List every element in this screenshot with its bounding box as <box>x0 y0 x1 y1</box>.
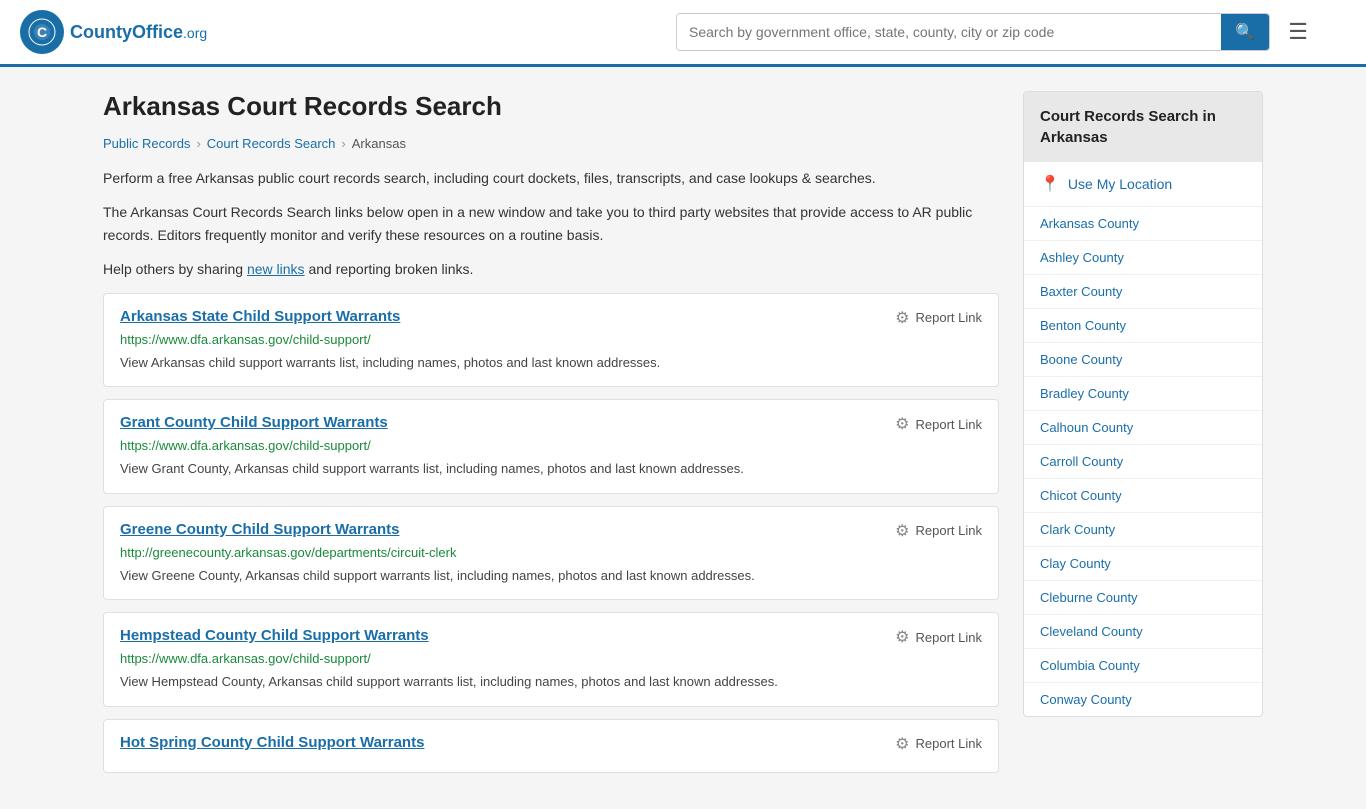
description-3-pre: Help others by sharing <box>103 261 247 277</box>
description-3-post: and reporting broken links. <box>305 261 474 277</box>
result-desc: View Greene County, Arkansas child suppo… <box>120 566 982 586</box>
sidebar-county-link[interactable]: Clark County <box>1024 513 1262 547</box>
result-item: Hot Spring County Child Support Warrants… <box>103 719 999 773</box>
sidebar-county-link[interactable]: Bradley County <box>1024 377 1262 411</box>
result-title[interactable]: Grant County Child Support Warrants <box>120 414 388 431</box>
sidebar-county-link[interactable]: Arkansas County <box>1024 207 1262 241</box>
result-url[interactable]: http://greenecounty.arkansas.gov/departm… <box>120 545 982 560</box>
content-area: Arkansas Court Records Search Public Rec… <box>103 91 999 785</box>
report-link-button[interactable]: ⚙ Report Link <box>895 308 982 328</box>
sidebar-county-link[interactable]: Columbia County <box>1024 649 1262 683</box>
use-my-location[interactable]: 📍 Use My Location <box>1024 162 1262 207</box>
breadcrumb-sep-2: › <box>341 136 345 151</box>
result-desc: View Grant County, Arkansas child suppor… <box>120 459 982 479</box>
sidebar-county-link[interactable]: Calhoun County <box>1024 411 1262 445</box>
breadcrumb-arkansas: Arkansas <box>352 136 406 151</box>
sidebar-box: Court Records Search in Arkansas 📍 Use M… <box>1023 91 1263 717</box>
sidebar: Court Records Search in Arkansas 📍 Use M… <box>1023 91 1263 785</box>
sidebar-county-link[interactable]: Ashley County <box>1024 241 1262 275</box>
menu-button[interactable]: ☰ <box>1280 15 1316 49</box>
sidebar-county-link[interactable]: Conway County <box>1024 683 1262 716</box>
result-header: Grant County Child Support Warrants ⚙ Re… <box>120 414 982 434</box>
report-icon: ⚙ <box>895 308 909 328</box>
sidebar-county-link[interactable]: Chicot County <box>1024 479 1262 513</box>
description-1: Perform a free Arkansas public court rec… <box>103 167 999 189</box>
result-url[interactable]: https://www.dfa.arkansas.gov/child-suppo… <box>120 332 982 347</box>
sidebar-county-link[interactable]: Boone County <box>1024 343 1262 377</box>
report-icon: ⚙ <box>895 521 909 541</box>
result-item: Greene County Child Support Warrants ⚙ R… <box>103 506 999 601</box>
location-icon: 📍 <box>1040 174 1060 194</box>
breadcrumb: Public Records › Court Records Search › … <box>103 136 999 151</box>
report-link-label: Report Link <box>916 417 982 432</box>
main-container: Arkansas Court Records Search Public Rec… <box>83 67 1283 809</box>
report-link-button[interactable]: ⚙ Report Link <box>895 521 982 541</box>
result-title[interactable]: Arkansas State Child Support Warrants <box>120 308 400 325</box>
report-link-label: Report Link <box>916 736 982 751</box>
sidebar-county-link[interactable]: Cleveland County <box>1024 615 1262 649</box>
result-item: Hempstead County Child Support Warrants … <box>103 612 999 707</box>
site-header: C CountyOffice.org 🔍 ☰ <box>0 0 1366 67</box>
result-desc: View Hempstead County, Arkansas child su… <box>120 672 982 692</box>
report-link-button[interactable]: ⚙ Report Link <box>895 414 982 434</box>
result-item: Grant County Child Support Warrants ⚙ Re… <box>103 399 999 494</box>
county-list: Arkansas CountyAshley CountyBaxter Count… <box>1024 207 1262 716</box>
report-icon: ⚙ <box>895 414 909 434</box>
breadcrumb-public-records[interactable]: Public Records <box>103 136 190 151</box>
report-icon: ⚙ <box>895 627 909 647</box>
logo-icon: C <box>20 10 64 54</box>
report-link-label: Report Link <box>916 523 982 538</box>
result-header: Arkansas State Child Support Warrants ⚙ … <box>120 308 982 328</box>
result-header: Greene County Child Support Warrants ⚙ R… <box>120 521 982 541</box>
report-link-button[interactable]: ⚙ Report Link <box>895 627 982 647</box>
results-list: Arkansas State Child Support Warrants ⚙ … <box>103 293 999 773</box>
search-icon: 🔍 <box>1235 24 1255 41</box>
description-2: The Arkansas Court Records Search links … <box>103 201 999 246</box>
result-url[interactable]: https://www.dfa.arkansas.gov/child-suppo… <box>120 651 982 666</box>
sidebar-county-link[interactable]: Clay County <box>1024 547 1262 581</box>
breadcrumb-court-records-search[interactable]: Court Records Search <box>207 136 336 151</box>
report-link-label: Report Link <box>916 310 982 325</box>
result-title[interactable]: Hempstead County Child Support Warrants <box>120 627 429 644</box>
sidebar-county-link[interactable]: Carroll County <box>1024 445 1262 479</box>
report-icon: ⚙ <box>895 734 909 754</box>
location-label: Use My Location <box>1068 176 1172 192</box>
search-area: 🔍 ☰ <box>676 13 1316 51</box>
sidebar-header: Court Records Search in Arkansas <box>1024 92 1262 162</box>
result-title[interactable]: Greene County Child Support Warrants <box>120 521 399 538</box>
sidebar-county-link[interactable]: Cleburne County <box>1024 581 1262 615</box>
logo[interactable]: C CountyOffice.org <box>20 10 207 54</box>
report-link-button[interactable]: ⚙ Report Link <box>895 734 982 754</box>
result-header: Hempstead County Child Support Warrants … <box>120 627 982 647</box>
page-title: Arkansas Court Records Search <box>103 91 999 122</box>
result-url[interactable]: https://www.dfa.arkansas.gov/child-suppo… <box>120 438 982 453</box>
search-input[interactable] <box>677 14 1221 50</box>
result-title[interactable]: Hot Spring County Child Support Warrants <box>120 734 424 751</box>
result-desc: View Arkansas child support warrants lis… <box>120 353 982 373</box>
hamburger-icon: ☰ <box>1288 19 1308 44</box>
search-bar-wrap: 🔍 <box>676 13 1270 51</box>
breadcrumb-sep-1: › <box>196 136 200 151</box>
search-button[interactable]: 🔍 <box>1221 14 1269 50</box>
new-links-link[interactable]: new links <box>247 261 305 277</box>
result-header: Hot Spring County Child Support Warrants… <box>120 734 982 754</box>
logo-text: CountyOffice.org <box>70 22 207 43</box>
description-3: Help others by sharing new links and rep… <box>103 258 999 280</box>
svg-text:C: C <box>37 24 47 40</box>
sidebar-county-link[interactable]: Benton County <box>1024 309 1262 343</box>
result-item: Arkansas State Child Support Warrants ⚙ … <box>103 293 999 388</box>
report-link-label: Report Link <box>916 630 982 645</box>
sidebar-county-link[interactable]: Baxter County <box>1024 275 1262 309</box>
